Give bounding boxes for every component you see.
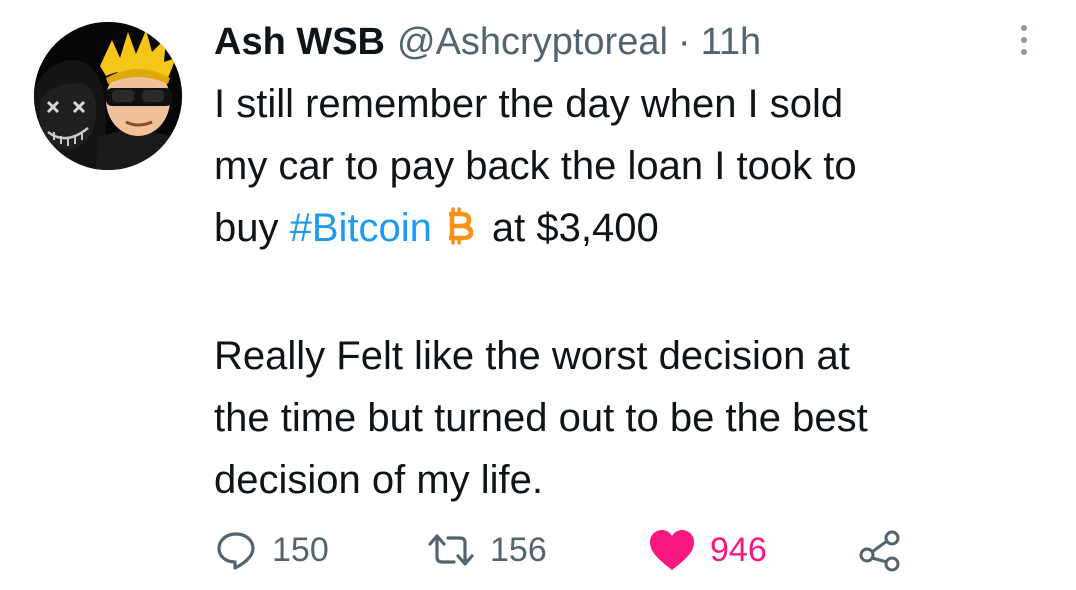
like-count: 946: [710, 530, 767, 569]
tweet-text-line: Really Felt like the worst decision at: [214, 334, 850, 378]
reply-icon: [217, 532, 255, 570]
bitcoin-icon: [444, 201, 474, 263]
share-button[interactable]: [858, 526, 904, 574]
like-button[interactable]: 946: [648, 526, 767, 574]
display-name[interactable]: Ash WSB: [214, 16, 385, 68]
tweet-text-line: the time but turned out to be the best: [214, 396, 868, 440]
separator-dot: ·: [677, 21, 691, 63]
heart-icon: [650, 530, 694, 570]
tweet-text-line: I still remember the day when I sold: [214, 82, 844, 126]
tweet-text-line: my car to pay back the loan I took to: [214, 144, 857, 188]
tweet-header: Ash WSB @Ashcryptoreal · 11h: [214, 16, 761, 68]
tweet-actions: 150 156 946: [214, 526, 934, 574]
tweet-text-line: decision of my life.: [214, 458, 544, 502]
avatar-image: [34, 22, 182, 170]
more-options-button[interactable]: [1004, 14, 1044, 66]
reply-count: 150: [272, 530, 329, 569]
share-icon: [859, 530, 900, 572]
tweet-text-segment: at $3,400: [491, 206, 659, 250]
tweet-text-line: buy #Bitcoin at $3,400: [214, 197, 1034, 263]
retweet-button[interactable]: 156: [426, 526, 547, 574]
tweet[interactable]: Ash WSB @Ashcryptoreal · 11h I still rem…: [0, 0, 1076, 590]
hashtag-bitcoin[interactable]: #Bitcoin: [290, 206, 432, 250]
reply-button[interactable]: 150: [214, 526, 329, 574]
more-vertical-icon: [1021, 25, 1027, 31]
timestamp[interactable]: 11h: [701, 16, 762, 68]
tweet-text-segment: buy: [214, 206, 290, 250]
retweet-count: 156: [490, 530, 547, 569]
retweet-icon: [428, 534, 474, 566]
tweet-text: I still remember the day when I sold my …: [214, 73, 1034, 511]
user-handle[interactable]: @Ashcryptoreal: [397, 16, 668, 68]
avatar[interactable]: [34, 22, 182, 170]
